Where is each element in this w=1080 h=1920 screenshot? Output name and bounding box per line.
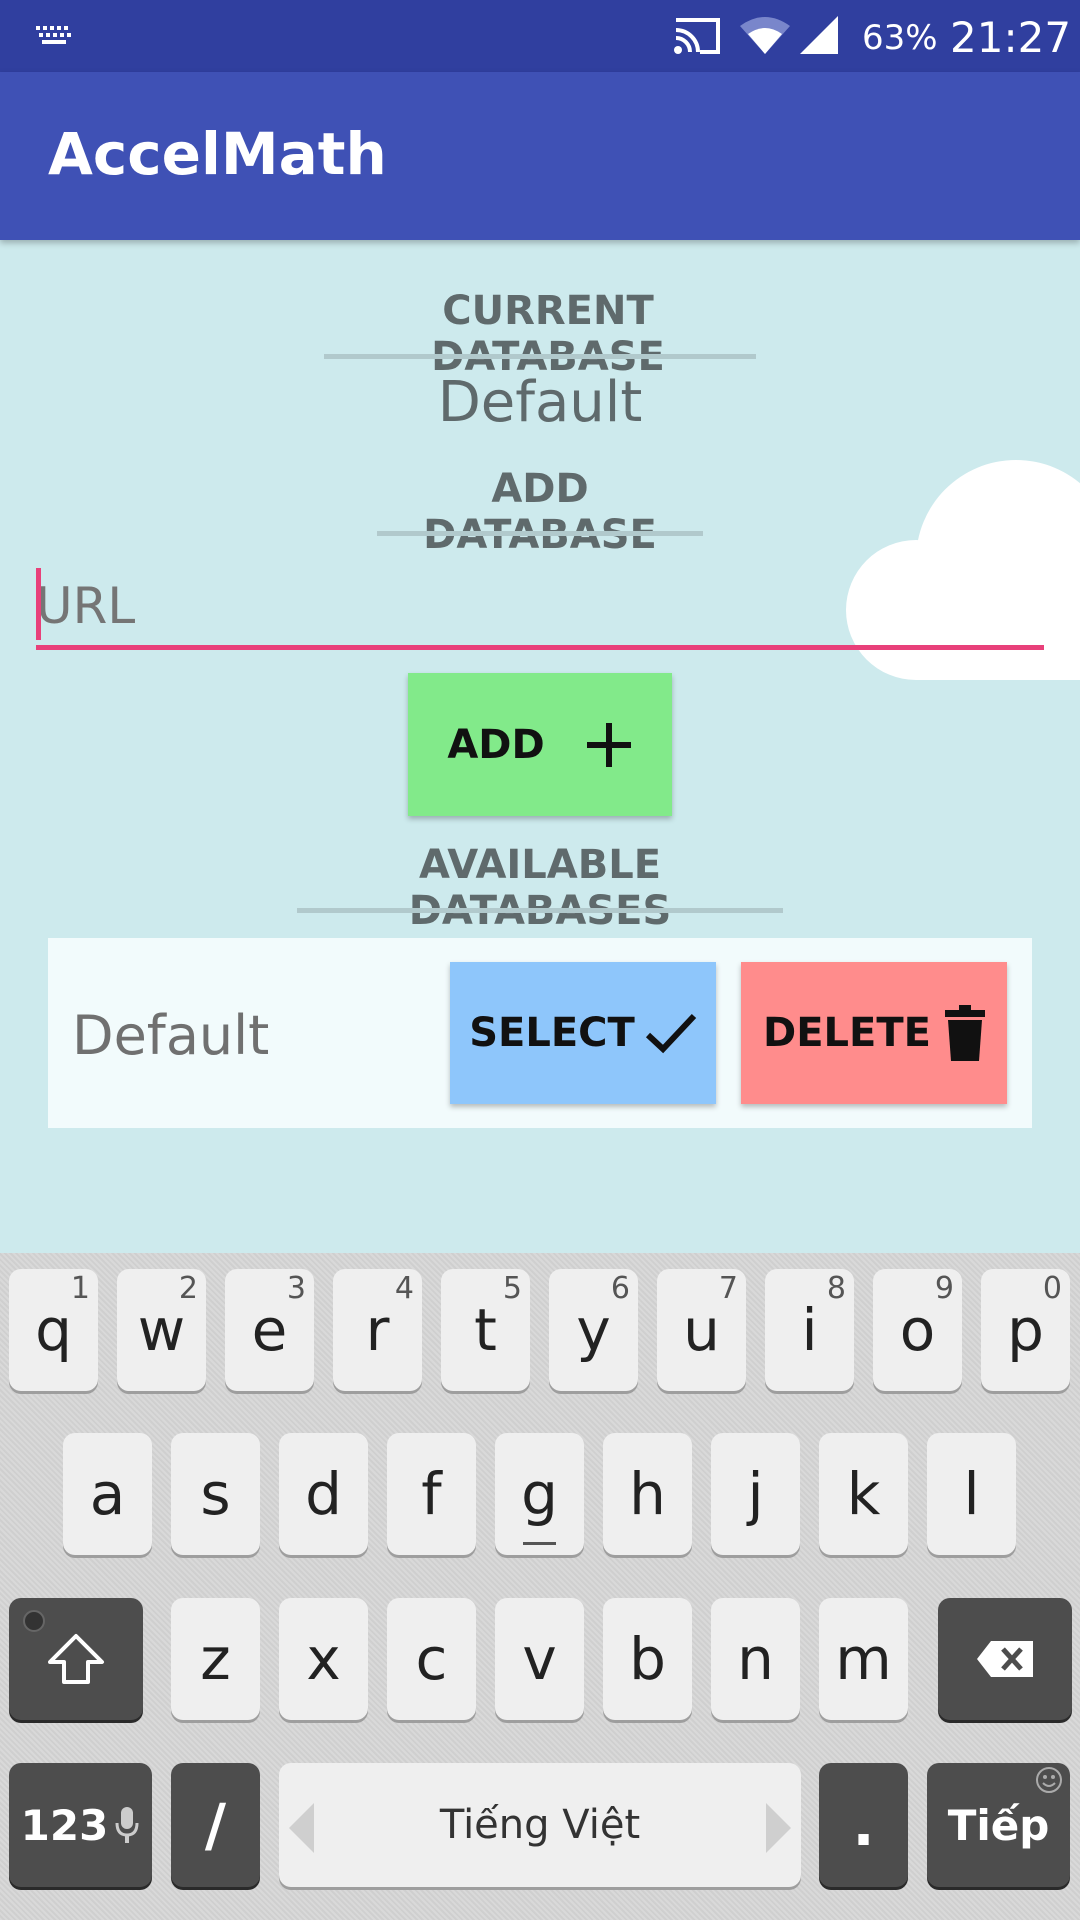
- key-c[interactable]: c: [387, 1598, 476, 1720]
- microphone-icon: [115, 1807, 139, 1843]
- key-g-underline: [523, 1542, 556, 1545]
- available-databases-underline: [297, 908, 783, 913]
- backspace-icon: [977, 1641, 1033, 1677]
- app-bar: AccelMath: [0, 72, 1080, 240]
- key-u[interactable]: u7: [657, 1269, 746, 1391]
- key-e[interactable]: e3: [225, 1269, 314, 1391]
- text-cursor: [36, 568, 41, 640]
- backspace-key[interactable]: [938, 1598, 1072, 1720]
- key-p[interactable]: p0: [981, 1269, 1070, 1391]
- select-database-button[interactable]: SELECT: [450, 962, 716, 1104]
- key-t[interactable]: t5: [441, 1269, 530, 1391]
- url-input[interactable]: [36, 566, 1044, 650]
- period-key[interactable]: .: [819, 1763, 908, 1887]
- caps-indicator: [23, 1610, 45, 1632]
- trash-icon: [944, 1005, 985, 1061]
- delete-button-label: DELETE: [763, 1010, 931, 1056]
- add-button-label: ADD: [447, 721, 545, 768]
- key-l[interactable]: l: [927, 1433, 1016, 1555]
- add-database-button[interactable]: ADD: [408, 673, 672, 816]
- slash-key[interactable]: /: [171, 1763, 260, 1887]
- key-q[interactable]: q1: [9, 1269, 98, 1391]
- key-k[interactable]: k: [819, 1433, 908, 1555]
- enter-key[interactable]: Tiếp: [927, 1763, 1070, 1887]
- checkmark-icon: [645, 1013, 696, 1054]
- signal-icon: [800, 16, 838, 54]
- key-o[interactable]: o9: [873, 1269, 962, 1391]
- shift-icon: [48, 1634, 104, 1684]
- app-title: AccelMath: [48, 120, 387, 188]
- battery-percent: 63%: [862, 18, 938, 58]
- wifi-icon: [740, 17, 790, 54]
- space-key[interactable]: Tiếng Việt: [279, 1763, 801, 1887]
- keyboard-indicator-icon: [36, 26, 71, 44]
- key-v[interactable]: v: [495, 1598, 584, 1720]
- add-database-header: ADD DATABASE: [423, 466, 657, 558]
- key-r[interactable]: r4: [333, 1269, 422, 1391]
- symbols-key[interactable]: 123: [9, 1763, 152, 1887]
- language-right-arrow-icon: [766, 1803, 791, 1853]
- database-list-item: Default SELECT DELETE: [48, 938, 1032, 1128]
- soft-keyboard: q1 w2 e3 r4 t5 y6 u7 i8 o9 p0 a s d f g …: [0, 1253, 1080, 1920]
- key-n[interactable]: n: [711, 1598, 800, 1720]
- key-i[interactable]: i8: [765, 1269, 854, 1391]
- space-key-label: Tiếng Việt: [439, 1802, 641, 1848]
- key-m[interactable]: m: [819, 1598, 908, 1720]
- key-g[interactable]: g: [495, 1433, 584, 1555]
- add-database-underline: [377, 531, 703, 536]
- key-y[interactable]: y6: [549, 1269, 638, 1391]
- key-a[interactable]: a: [63, 1433, 152, 1555]
- current-database-header: CURRENT DATABASE: [431, 288, 665, 380]
- key-b[interactable]: b: [603, 1598, 692, 1720]
- shift-key[interactable]: [9, 1598, 143, 1720]
- current-database-underline: [324, 354, 756, 359]
- emoji-icon: [1036, 1767, 1062, 1793]
- key-s[interactable]: s: [171, 1433, 260, 1555]
- language-left-arrow-icon: [289, 1803, 314, 1853]
- status-bar: 63% 21:27: [0, 0, 1080, 72]
- key-j[interactable]: j: [711, 1433, 800, 1555]
- database-name: Default: [72, 1004, 270, 1067]
- key-z[interactable]: z: [171, 1598, 260, 1720]
- plus-icon: [586, 722, 631, 767]
- key-d[interactable]: d: [279, 1433, 368, 1555]
- delete-database-button[interactable]: DELETE: [741, 962, 1007, 1104]
- available-databases-header: AVAILABLE DATABASES: [408, 842, 672, 934]
- key-h[interactable]: h: [603, 1433, 692, 1555]
- select-button-label: SELECT: [469, 1010, 635, 1056]
- key-w[interactable]: w2: [117, 1269, 206, 1391]
- cast-icon: [674, 18, 720, 54]
- key-f[interactable]: f: [387, 1433, 476, 1555]
- key-x[interactable]: x: [279, 1598, 368, 1720]
- current-database-value: Default: [437, 370, 643, 435]
- clock: 21:27: [950, 13, 1072, 62]
